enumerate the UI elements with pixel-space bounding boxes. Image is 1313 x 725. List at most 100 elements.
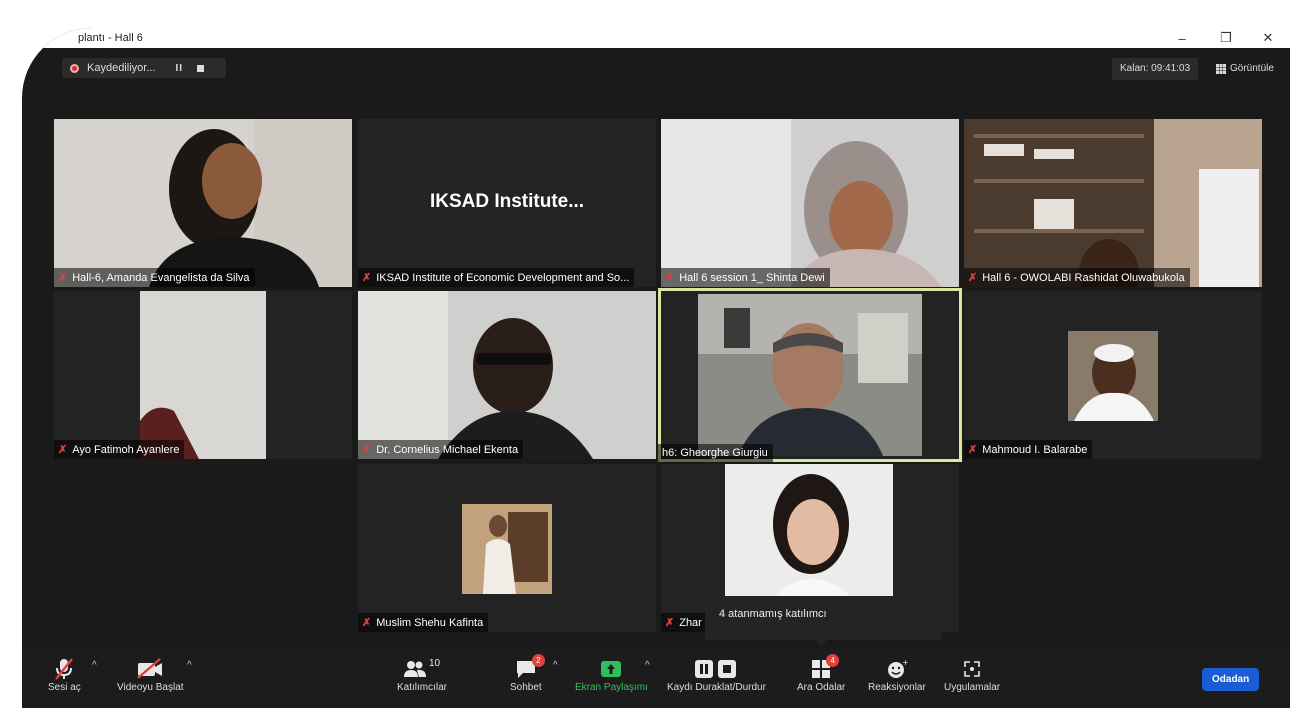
mic-muted-icon: ✗ [665, 272, 675, 284]
breakout-rooms-button[interactable]: 4 Ara Odalar [797, 654, 846, 693]
breakout-badge: 4 [826, 654, 840, 667]
mic-muted-icon: ✗ [968, 444, 978, 456]
participant-video [140, 291, 266, 459]
participant-name: Hall 6 - OWOLABI Rashidat Oluwabukola [982, 271, 1185, 284]
participant-name-tag: ✗ Mahmoud I. Balarabe [964, 440, 1093, 459]
breakout-tooltip: 4 atanmamış katılımcı [705, 596, 941, 646]
unmute-label: Sesi aç [48, 682, 81, 693]
time-remaining: Kalan: 09:41:03 [1112, 58, 1199, 80]
participant-name: Ayo Fatimoh Ayanlere [72, 443, 180, 456]
chat-options-chevron-icon[interactable]: ^ [553, 660, 558, 671]
minimize-button[interactable]: – [1162, 28, 1202, 48]
video-tile[interactable]: ✗ Muslim Shehu Kafinta [358, 464, 656, 632]
leave-room-button[interactable]: Odadan [1202, 668, 1260, 691]
video-tile[interactable]: IKSAD Institute... ✗ IKSAD Institute of … [358, 119, 656, 287]
participant-video [358, 291, 656, 459]
share-screen-icon [600, 656, 622, 682]
apps-label: Uygulamalar [944, 682, 1001, 693]
grid-view-icon [1216, 63, 1226, 74]
mic-muted-icon: ✗ [968, 272, 978, 284]
pause-recording-icon[interactable]: II [175, 63, 183, 74]
mic-muted-icon [53, 656, 75, 682]
participant-name: Hall-6, Amanda Evangelista da Silva [72, 271, 250, 284]
apps-icon [962, 656, 982, 682]
participant-name: Zhar [679, 616, 702, 629]
participant-name-tag: ✗ Hall 6 session 1_ Shinta Dewi [661, 268, 830, 287]
participant-placeholder-name: IKSAD Institute... [429, 191, 585, 212]
participant-name-tag: ✗ Ayo Fatimoh Ayanlere [54, 440, 185, 459]
stop-recording-icon[interactable] [197, 64, 205, 72]
participant-video [964, 119, 1262, 287]
recording-status: Kaydediliyor... [87, 62, 156, 74]
tooltip-text: 4 atanmamış katılımcı [719, 608, 827, 620]
window-title: plantı - Hall 6 [78, 32, 143, 44]
video-tile[interactable]: ✗ Mahmoud I. Balarabe [964, 291, 1262, 459]
participant-name: Muslim Shehu Kafinta [376, 616, 484, 629]
breakout-rooms-icon: 4 [811, 654, 840, 682]
video-tile[interactable]: ✗ Ayo Fatimoh Ayanlere [54, 291, 352, 459]
view-label: Görüntüle [1230, 63, 1274, 74]
participant-name: Mahmoud I. Balarabe [982, 443, 1088, 456]
mic-muted-icon: ✗ [58, 444, 68, 456]
participant-video [661, 119, 959, 287]
record-dot-icon [70, 63, 79, 73]
start-video-button[interactable]: Videoyu Başlat [117, 656, 184, 693]
share-screen-label: Ekran Paylaşımı [575, 682, 648, 693]
view-button[interactable]: Görüntüle [1212, 58, 1278, 79]
participant-name: Hall 6 session 1_ Shinta Dewi [679, 271, 825, 284]
chat-button[interactable]: 2 Sohbet [510, 654, 545, 693]
participant-video [698, 294, 922, 456]
audio-options-chevron-icon[interactable]: ^ [92, 660, 97, 671]
participants-label: Katılımcılar [397, 682, 448, 693]
participant-name-tag: ✗ Zhar [661, 613, 707, 632]
participant-name-tag: ✗ Muslim Shehu Kafinta [358, 613, 489, 632]
title-bar: plantı - Hall 6 – ❐ ✕ [22, 28, 1290, 48]
participant-name: Dr. Cornelius Michael Ekenta [376, 443, 519, 456]
close-button[interactable]: ✕ [1248, 28, 1288, 48]
chat-icon: 2 [515, 654, 545, 682]
unmute-button[interactable]: Sesi aç [48, 656, 81, 693]
video-tile[interactable]: ✗ Hall 6 session 1_ Shinta Dewi [661, 119, 959, 287]
participant-name-tag: ✗ Dr. Cornelius Michael Ekenta [358, 440, 524, 459]
chat-badge: 2 [531, 654, 545, 667]
record-label: Kaydı Duraklat/Durdur [667, 682, 766, 693]
svg-text:+: + [902, 659, 908, 667]
share-options-chevron-icon[interactable]: ^ [645, 660, 650, 671]
zoom-window: plantı - Hall 6 – ❐ ✕ Kaydediliyor... II… [22, 28, 1290, 708]
video-off-icon [136, 656, 164, 682]
participants-icon: 10 [403, 656, 441, 682]
participant-video [54, 119, 352, 287]
restore-button[interactable]: ❐ [1206, 28, 1246, 48]
video-tile[interactable]: ✗ Dr. Cornelius Michael Ekenta [358, 291, 656, 459]
pause-stop-icon [694, 656, 738, 682]
participant-avatar [1068, 331, 1158, 421]
mic-muted-icon: ✗ [362, 272, 372, 284]
participant-name-tag: ✗ IKSAD Institute of Economic Developmen… [358, 268, 635, 287]
participant-name-tag: h6: Gheorghe Giurgiu [658, 444, 773, 462]
start-video-label: Videoyu Başlat [117, 682, 184, 693]
reactions-button[interactable]: + Reaksiyonlar [868, 656, 926, 693]
breakout-rooms-label: Ara Odalar [797, 682, 846, 693]
participants-button[interactable]: 10 Katılımcılar [397, 656, 448, 694]
participant-avatar [462, 504, 552, 594]
participants-count: 10 [428, 657, 441, 669]
apps-button[interactable]: Uygulamalar [944, 656, 1000, 693]
video-tile[interactable]: ✗ Hall-6, Amanda Evangelista da Silva [54, 119, 352, 287]
meeting-toolbar: Sesi aç ^ Videoyu Başlat ^ 10 Katılımcıl… [22, 648, 1290, 708]
pause-stop-recording-button[interactable]: Kaydı Duraklat/Durdur [667, 656, 766, 693]
mic-muted-icon: ✗ [58, 272, 68, 284]
chat-label: Sohbet [510, 682, 542, 693]
share-screen-button[interactable]: Ekran Paylaşımı [575, 656, 648, 693]
mic-muted-icon: ✗ [665, 617, 675, 629]
reactions-label: Reaksiyonlar [868, 682, 926, 693]
participant-name-tag: ✗ Hall-6, Amanda Evangelista da Silva [54, 268, 255, 287]
video-options-chevron-icon[interactable]: ^ [187, 660, 192, 671]
video-tile[interactable]: ✗ Hall 6 - OWOLABI Rashidat Oluwabukola [964, 119, 1262, 287]
participant-name: h6: Gheorghe Giurgiu [662, 447, 768, 459]
mic-muted-icon: ✗ [362, 617, 372, 629]
participant-name-tag: ✗ Hall 6 - OWOLABI Rashidat Oluwabukola [964, 268, 1190, 287]
recording-indicator: Kaydediliyor... II [62, 58, 226, 78]
mic-muted-icon: ✗ [362, 444, 372, 456]
video-tile-active-speaker[interactable]: h6: Gheorghe Giurgiu [658, 288, 962, 462]
reactions-icon: + [886, 656, 908, 682]
